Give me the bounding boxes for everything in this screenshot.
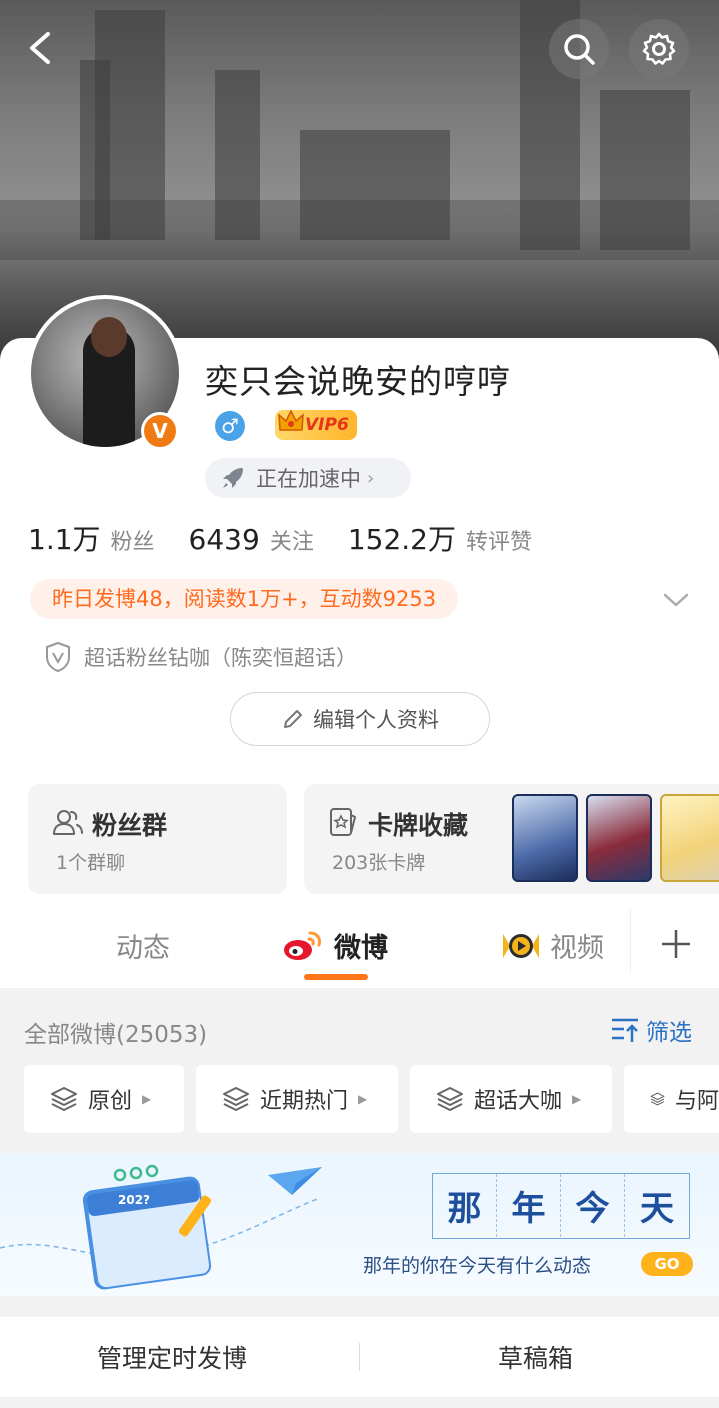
shield-icon [46, 641, 70, 673]
divider [359, 1343, 360, 1371]
title-char: 年 [497, 1174, 561, 1237]
settings-button[interactable] [629, 19, 689, 79]
layers-icon [51, 1087, 77, 1111]
username: 奕只会说晚安的哼哼 [205, 362, 511, 401]
that-year-today-title: 那 年 今 天 [432, 1173, 690, 1239]
stat-value: 6439 [188, 523, 260, 556]
layers-icon [650, 1092, 665, 1106]
filter-button[interactable]: 筛选 [610, 1013, 692, 1047]
caret-right-icon: ▶ [358, 1092, 368, 1106]
stat-following[interactable]: 6439 关注 [189, 523, 314, 556]
back-button[interactable] [22, 28, 62, 68]
filter-label: 筛选 [646, 1020, 692, 1046]
chevron-down-icon [663, 593, 689, 607]
caret-right-icon: ▶ [572, 1092, 582, 1106]
chip-label: 近期热门 [260, 1089, 349, 1114]
filter-icon [612, 1018, 638, 1042]
plus-icon [662, 930, 690, 958]
card-icon [330, 808, 356, 836]
manage-scheduled-posts-button[interactable]: 管理定时发博 [97, 1339, 247, 1375]
stat-label: 粉丝 [110, 530, 155, 555]
card-thumbnail[interactable] [512, 794, 578, 882]
bottom-actions: 管理定时发博 草稿箱 [0, 1317, 719, 1397]
fan-group-subtitle: 1个群聊 [56, 852, 126, 874]
daily-summary-badge[interactable]: 昨日发博48，阅读数1万+，互动数9253 [30, 579, 459, 619]
drafts-button[interactable]: 草稿箱 [498, 1339, 573, 1375]
profile-tabs: 动态 微博 视频 [0, 908, 719, 988]
tab-video[interactable]: 视频 [500, 926, 604, 965]
stat-label: 关注 [269, 530, 314, 555]
search-button[interactable] [549, 19, 609, 79]
stat-label: 转评赞 [466, 530, 533, 555]
accelerate-button[interactable]: 正在加速中 › [205, 458, 411, 498]
rocket-icon [223, 468, 243, 488]
title-char: 今 [561, 1174, 625, 1237]
stat-value: 152.2万 [347, 523, 456, 556]
stat-value: 1.1万 [28, 523, 101, 556]
edit-profile-button[interactable]: 编辑个人资料 [230, 692, 490, 746]
go-button[interactable]: GO [641, 1252, 693, 1276]
caret-right-icon: ▶ [142, 1092, 152, 1106]
card-thumbnail[interactable] [586, 794, 652, 882]
chevron-left-icon [30, 32, 50, 64]
calendar-illustration [0, 1164, 322, 1290]
chip-super-topic[interactable]: 超话大咖 ▶ [410, 1065, 612, 1133]
add-tab-button[interactable] [656, 924, 696, 964]
gender-icon: ♂ [215, 411, 245, 441]
profile-stats: 1.1万 粉丝 6439 关注 152.2万 转评赞 [28, 518, 566, 558]
super-topic-label: 超话粉丝钻咖（陈奕恒超话） [84, 646, 357, 670]
expand-button[interactable] [660, 584, 692, 616]
chip-label: 超话大咖 [474, 1089, 563, 1114]
vip-badge[interactable]: VIP6 [275, 409, 357, 440]
layers-icon [223, 1087, 249, 1111]
super-topic-row[interactable]: 超话粉丝钻咖（陈奕恒超话） [44, 641, 357, 673]
tab-label: 视频 [550, 933, 604, 964]
verified-badge: V [141, 412, 179, 450]
all-weibo-count: 全部微博(25053) [24, 1022, 208, 1048]
title-char: 那 [433, 1174, 497, 1237]
crown-icon [278, 409, 304, 431]
feed-filter-bar: 全部微博(25053) 筛选 原创 ▶ 近期热门 ▶ 超话大咖 ▶ 与阿 [0, 990, 719, 1136]
stat-interactions[interactable]: 152.2万 转评赞 [348, 518, 532, 558]
stat-followers[interactable]: 1.1万 粉丝 [28, 518, 155, 558]
chip-original[interactable]: 原创 ▶ [24, 1065, 184, 1133]
gear-icon [642, 32, 676, 65]
card-thumbnail[interactable] [660, 794, 719, 882]
group-icon [53, 810, 83, 835]
search-icon [564, 34, 595, 65]
card-collection-subtitle: 203张卡牌 [332, 852, 426, 874]
title-char: 天 [640, 1189, 674, 1229]
chip-recent-hot[interactable]: 近期热门 ▶ [196, 1065, 398, 1133]
tab-label: 微博 [334, 933, 388, 964]
card-collection-card[interactable]: 卡牌收藏 203张卡牌 [304, 784, 719, 894]
vip-label: VIP6 [305, 415, 349, 435]
tab-divider [630, 908, 631, 974]
that-year-today-banner[interactable]: 202? 那 年 今 天 那年的你在今天有什么动态 GO [0, 1153, 719, 1296]
fan-group-card[interactable]: 粉丝群 1个群聊 [28, 784, 287, 894]
chip-with[interactable]: 与阿 [624, 1065, 719, 1133]
chevron-right-icon: › [367, 467, 375, 489]
chip-label: 原创 [88, 1089, 133, 1114]
card-collection-title: 卡牌收藏 [368, 811, 469, 840]
tab-weibo[interactable]: 微博 [282, 926, 388, 965]
pencil-icon [284, 710, 302, 728]
calendar-year: 202? [118, 1193, 151, 1207]
layers-icon [437, 1087, 463, 1111]
accelerate-label: 正在加速中 [256, 467, 361, 491]
tab-dynamics[interactable]: 动态 [116, 926, 170, 965]
tab-label: 动态 [116, 933, 170, 964]
edit-profile-label: 编辑个人资料 [313, 708, 439, 732]
banner-slogan: 那年的你在今天有什么动态 [363, 1255, 592, 1277]
chip-label: 与阿 [674, 1089, 719, 1114]
video-icon [503, 933, 539, 958]
fan-group-title: 粉丝群 [92, 811, 168, 840]
weibo-icon [284, 931, 321, 960]
active-tab-indicator [304, 974, 368, 980]
